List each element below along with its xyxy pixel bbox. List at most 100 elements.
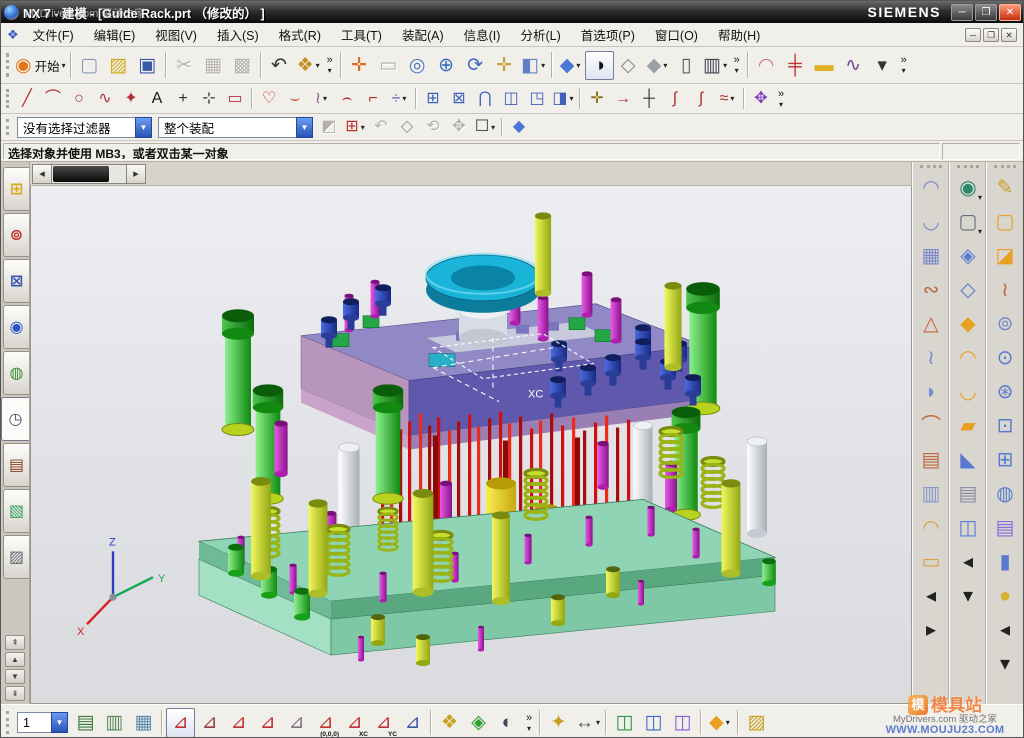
spline-tool-icon[interactable]: ∿ [839,51,868,80]
sheet-grid-icon[interactable]: ▤ [915,443,947,477]
col-c-scroll-down-icon[interactable]: ▾ [989,647,1021,681]
menu-file[interactable]: 文件(F) [23,22,84,47]
scroll-left-icon[interactable]: ◂ [32,164,52,184]
new-file-icon[interactable]: ▢ [75,51,104,80]
sketch-constraints-icon[interactable]: ╪ [781,51,810,80]
system-scenes-tab[interactable]: ▨ [3,535,29,579]
highlight-shaded-icon[interactable]: ◇ [394,115,420,139]
fit-view-icon[interactable]: ✛ [345,51,374,80]
layer-settings-icon[interactable]: ▤ [71,708,100,738]
s-curve-icon[interactable]: ∫ [662,86,688,111]
menu-tools[interactable]: 工具(T) [331,22,392,47]
smooth-curve-icon[interactable]: ≈▾ [714,86,740,111]
reuse-library-tab[interactable]: ⊠ [3,259,29,303]
trim-corner-icon[interactable]: ⌐ [360,86,386,111]
paste-icon[interactable]: ▩ [228,51,257,80]
menu-window[interactable]: 窗口(O) [645,22,708,47]
restore-button[interactable]: ❐ [975,4,997,21]
offset-curve-icon[interactable]: ♡ [256,86,282,111]
mold-insert-new-icon[interactable]: ◫ [668,708,697,738]
trim-body-icon[interactable]: ◪ [989,239,1021,273]
selection-scope-combo[interactable]: 整个装配 ▼ [158,117,313,138]
swept-surface-icon[interactable]: ∾ [915,273,947,307]
sidebar-scroll-bottom-button[interactable]: ⇟ [5,686,25,701]
datum-point-icon[interactable]: ✛ [584,86,610,111]
ruled-surface-icon[interactable]: ◠ [915,171,947,205]
sweep-along-guide-icon[interactable]: ≀ [989,273,1021,307]
wcs-dynamics-icon[interactable]: ⊿ [166,708,195,738]
sew-sheets-icon[interactable]: ▤ [989,511,1021,545]
move-disabled-icon[interactable]: ✥ [446,115,472,139]
freeform-spline-icon[interactable]: ∿ [92,86,118,111]
toolbar-drag-handle[interactable] [6,711,11,734]
copy-icon[interactable]: ▦ [199,51,228,80]
rotate-view-icon[interactable]: ⟳ [461,51,490,80]
assembly-navigator-tab[interactable]: ⊞ [3,167,29,211]
selection-filter-combo[interactable]: 没有选择过滤器 ▼ [17,117,152,138]
bend-surface-icon[interactable]: ⌒ [915,409,947,443]
mdi-restore-button[interactable]: ❐ [983,28,999,42]
project-curve-icon[interactable]: ⊞ [420,86,446,111]
block-feature-icon[interactable]: ◆ [952,307,984,341]
snapshot-icon[interactable]: ◩ [316,115,342,139]
move-to-layer-icon[interactable]: ▦ [129,708,158,738]
col-a-scroll-right-icon[interactable]: ▸ [915,613,947,647]
measure-tool-icon[interactable]: ▬ [810,51,839,80]
curve-on-surface-icon[interactable]: → [610,86,636,111]
measure-distance-icon[interactable]: ↔▾ [573,708,602,738]
wcs-origin-icon[interactable]: ⊿ [224,708,253,738]
join-face-icon[interactable]: ◫ [952,511,984,545]
point-icon[interactable]: + [170,86,196,111]
wcs-rotate-icon[interactable]: ⊿ [253,708,282,738]
menu-help[interactable]: 帮助(H) [708,22,770,47]
work-layer-combo[interactable]: 1 ▼ [17,712,68,733]
line-icon[interactable]: ╱ [14,86,40,111]
ejector-base-plates[interactable] [199,499,775,655]
wcs-save-icon[interactable]: ⊿ [398,708,427,738]
curve-blend-icon[interactable]: ≀▾ [308,86,334,111]
through-curve-mesh-icon[interactable]: ▦ [915,239,947,273]
bridge-curve-icon[interactable]: ⌣ [282,86,308,111]
datum-box-icon[interactable]: ▢ [989,205,1021,239]
section-curve-icon[interactable]: ◫ [498,86,524,111]
wave-geometry-linker-icon[interactable]: ▨ [742,708,771,738]
view-background-icon[interactable]: ▥▾ [701,51,730,80]
zoom-window-icon[interactable]: ▭ [374,51,403,80]
wcs-set-origin-icon[interactable]: ⊿(0,0,0) [311,708,340,738]
menu-preferences[interactable]: 首选项(P) [571,22,645,47]
sheet-bend-icon[interactable]: ◡ [952,375,984,409]
sketch-icon[interactable]: ✎ [989,171,1021,205]
hole-feature-icon[interactable]: ⊙ [989,341,1021,375]
toolbar-drag-handle[interactable] [6,89,11,108]
save-file-icon[interactable]: ▣ [133,51,162,80]
menu-edit[interactable]: 编辑(E) [84,22,146,47]
shaded-with-edges-icon[interactable]: ◆▾ [556,51,585,80]
pad-block-icon[interactable]: ⊞ [989,443,1021,477]
mold-insert-b-icon[interactable]: ◫ [639,708,668,738]
pocket-feature-icon[interactable]: ⊡ [989,409,1021,443]
scrollbar-thumb[interactable] [53,166,109,182]
cross-curve-icon[interactable]: ┼ [636,86,662,111]
pan-view-icon[interactable]: ✛ [490,51,519,80]
wcs-align-xc-icon[interactable]: ⊿XC [340,708,369,738]
variational-sweep-icon[interactable]: △ [915,307,947,341]
toolbar-drag-handle[interactable] [957,165,979,170]
trim-curve-icon[interactable]: ⌢ [334,86,360,111]
undo-selection-icon[interactable]: ↶ [368,115,394,139]
toolbar-drag-handle[interactable] [920,165,942,170]
menu-assemblies[interactable]: 装配(A) [392,22,454,47]
text-icon[interactable]: A [144,86,170,111]
curve-overflow-icon[interactable]: »▾ [774,86,788,111]
wireframe-style-icon[interactable]: ◇ [614,51,643,80]
toolbar-drag-handle[interactable] [994,165,1016,170]
history-tab[interactable]: ◷ [1,397,29,441]
edit-object-display-icon[interactable]: ◈ [464,708,493,738]
show-hide-icon[interactable]: ◐ [493,708,522,738]
mesh-surface-icon[interactable]: ▤ [952,477,984,511]
selection-scope-dropdown-icon[interactable]: ▼ [296,117,313,138]
mdi-minimize-button[interactable]: ─ [965,28,981,42]
zoom-loupe-icon[interactable]: ◎ [403,51,432,80]
facet-style-icon[interactable]: ◆▾ [643,51,672,80]
law-extension-icon[interactable]: ▥ [915,477,947,511]
rotate-disabled-icon[interactable]: ⟲ [420,115,446,139]
